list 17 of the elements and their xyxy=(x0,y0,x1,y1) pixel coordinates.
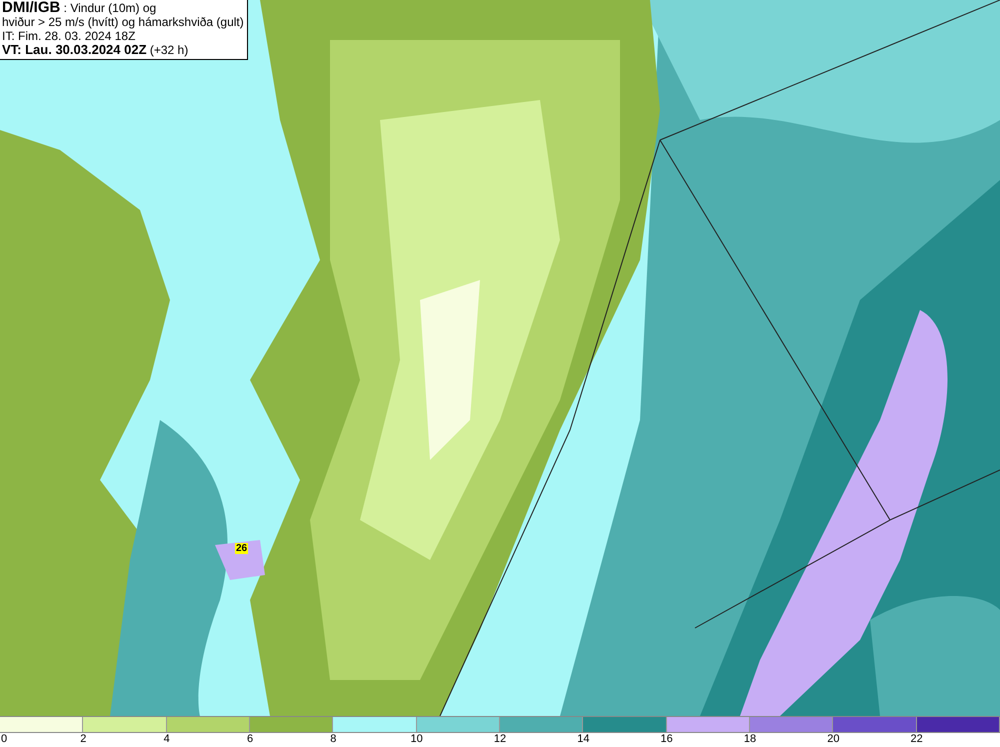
legend-label: 18 xyxy=(744,733,756,746)
legend-label: 8 xyxy=(330,733,336,746)
legend-label: 6 xyxy=(246,733,254,746)
legend-label: 14 xyxy=(577,733,590,746)
gust-value-label: 26 xyxy=(235,543,248,554)
legend-label: 22 xyxy=(910,733,923,746)
title-text: DMI/IGB : Vindur (10m) og xyxy=(2,1,158,15)
legend-label: 2 xyxy=(80,733,86,746)
title-text: VT: Lau. 30.03.2024 02Z (+32 h) xyxy=(2,43,190,57)
legend-label: 20 xyxy=(827,733,840,746)
title-text: IT: Fim. 28. 03. 2024 18Z xyxy=(2,29,136,43)
legend-label: 4 xyxy=(164,733,170,746)
legend-label: 16 xyxy=(660,733,673,746)
legend-label: 0 xyxy=(1,733,8,746)
legend-label: 10 xyxy=(410,733,423,746)
legend-label: 12 xyxy=(494,733,506,746)
title-text: hviður > 25 m/s (hvítt) og hámarkshviða (gult) xyxy=(2,15,244,29)
